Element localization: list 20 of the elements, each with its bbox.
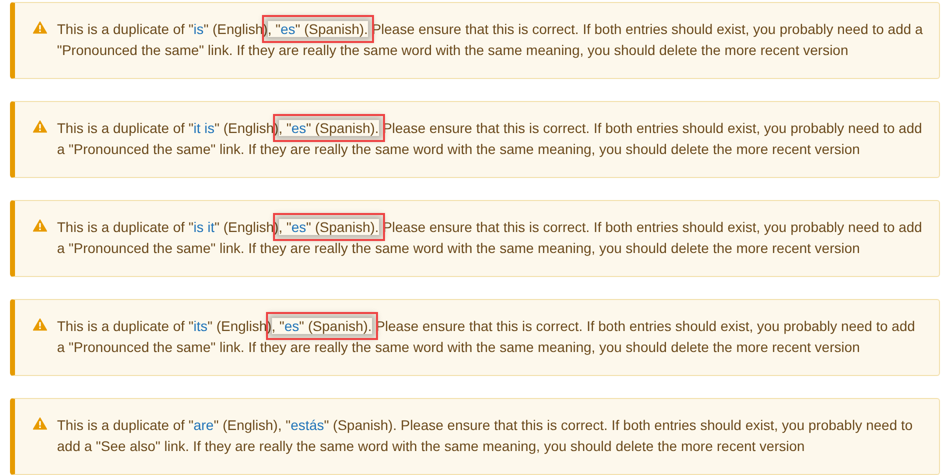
word-link[interactable]: are [193, 417, 214, 433]
highlight-box: , "es" (Spanish). [278, 219, 379, 235]
warning-icon [33, 417, 47, 430]
word-link[interactable]: es [291, 219, 306, 235]
word-link[interactable]: is [193, 21, 204, 37]
warning-icon [33, 219, 47, 232]
word-link[interactable]: it is [193, 120, 214, 136]
word-link[interactable]: estás [290, 417, 324, 433]
warning-icon [33, 120, 47, 133]
word-link[interactable]: is it [193, 219, 214, 235]
word-link[interactable]: es [291, 120, 306, 136]
warning-icon [33, 318, 47, 331]
warning-icon [33, 21, 47, 34]
word-link[interactable]: es [284, 318, 300, 334]
highlight-box: , "es" (Spanish). [278, 120, 379, 136]
word-link[interactable]: es [280, 21, 296, 37]
highlight-box: , "es" (Spanish). [268, 21, 368, 37]
word-link[interactable]: its [193, 318, 208, 334]
alert-message: This is a duplicate of "are" (English), "estás" (Spanish). Please ensure that this is correct. If both entries should exist, you probably need to add a "See also" link. If they are really the same word with the same meaning, you should delete the more recent version [57, 416, 914, 456]
highlight-box: , "es" (Spanish). [272, 318, 372, 334]
